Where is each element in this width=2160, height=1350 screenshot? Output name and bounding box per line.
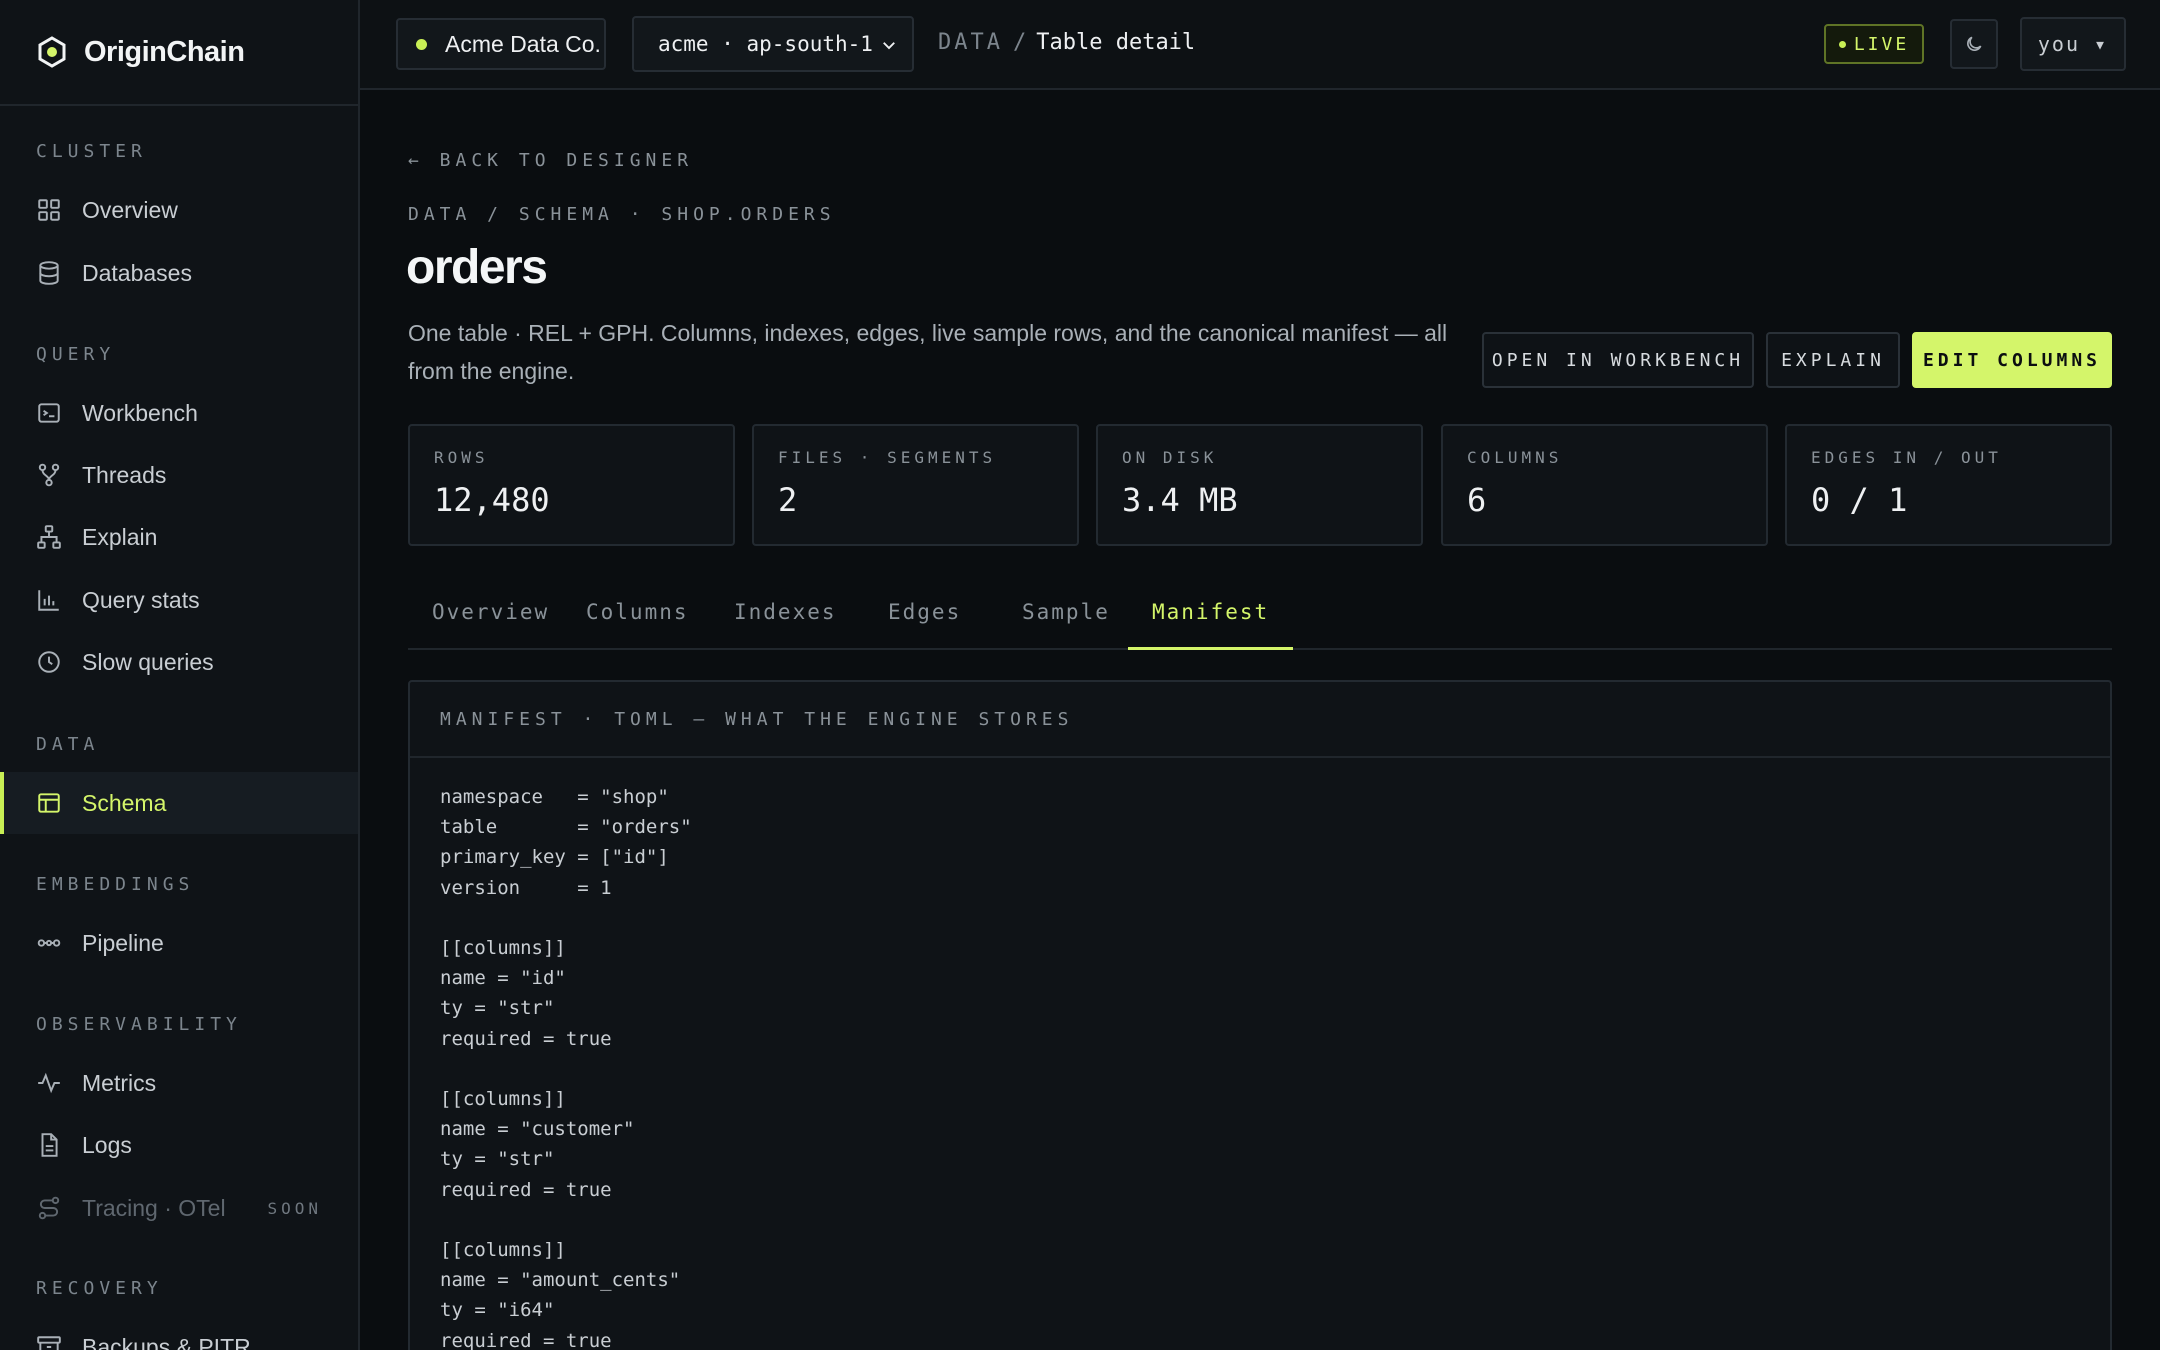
tab-columns[interactable]: Columns: [562, 594, 713, 650]
sidebar-item-label: Backups & PITR: [82, 1333, 251, 1350]
stat-label: EDGES IN / OUT: [1811, 448, 2002, 467]
stat-card-files: FILES · SEGMENTS 2: [752, 424, 1079, 546]
sidebar-item-label: Pipeline: [82, 929, 164, 956]
archive-icon: [37, 1336, 61, 1350]
sidebar-item-label: Explain: [82, 523, 158, 550]
branch-icon: [38, 463, 60, 487]
breadcrumb-page: Table detail: [1036, 30, 1196, 55]
nav-section-observability: OBSERVABILITY: [36, 1014, 242, 1035]
region-value: acme · ap-south-1: [658, 32, 873, 56]
sidebar-item-label: Workbench: [82, 399, 198, 426]
sidebar: OriginChain CLUSTER Overview Databases Q…: [0, 0, 360, 1350]
stat-value: 0 / 1: [1811, 481, 1908, 519]
table-icon: [38, 793, 60, 813]
tree-icon: [37, 525, 61, 549]
stat-value: 3.4 MB: [1122, 481, 1238, 519]
edit-columns-button[interactable]: EDIT COLUMNS: [1912, 332, 2112, 388]
sidebar-item-label: Slow queries: [82, 648, 214, 675]
stat-label: ROWS: [434, 448, 489, 467]
user-menu-button[interactable]: you ▾: [2020, 17, 2126, 71]
org-switcher[interactable]: Acme Data Co.: [396, 18, 606, 70]
sidebar-item-label: Threads: [82, 461, 167, 488]
breadcrumb-section[interactable]: DATA: [938, 30, 1003, 55]
sidebar-item-metrics[interactable]: Metrics: [0, 1052, 358, 1114]
nav-section-query: QUERY: [36, 344, 116, 365]
pipeline-icon: [37, 939, 61, 947]
stat-value: 12,480: [434, 481, 550, 519]
database-icon: [39, 261, 59, 285]
pulse-icon: [38, 1072, 60, 1094]
stat-label: ON DISK: [1122, 448, 1218, 467]
region-select[interactable]: acme · ap-south-1: [632, 16, 914, 72]
live-label: LIVE: [1853, 33, 1910, 55]
brand[interactable]: OriginChain: [0, 0, 358, 106]
page-eyebrow: DATA / SCHEMA · SHOP.ORDERS: [408, 204, 836, 225]
sidebar-item-schema[interactable]: Schema: [0, 772, 358, 834]
page-title: orders: [406, 241, 548, 294]
tab-bar: Overview Columns Indexes Edges Sample Ma…: [408, 594, 2112, 650]
route-icon: [38, 1196, 60, 1220]
sidebar-item-backups[interactable]: Backups & PITR: [0, 1316, 358, 1350]
page-description: One table · REL + GPH. Columns, indexes,…: [408, 320, 1448, 384]
status-dot: [416, 38, 427, 50]
stat-card-edges: EDGES IN / OUT 0 / 1: [1785, 424, 2112, 546]
hexagon-logo-icon: [38, 36, 66, 68]
sidebar-item-logs[interactable]: Logs: [0, 1114, 358, 1176]
sidebar-item-slow-queries[interactable]: Slow queries: [0, 631, 358, 693]
stat-card-on-disk: ON DISK 3.4 MB: [1096, 424, 1423, 546]
sidebar-item-databases[interactable]: Databases: [0, 242, 358, 304]
nav-section-cluster: CLUSTER: [36, 141, 147, 162]
tab-edges[interactable]: Edges: [864, 594, 985, 650]
manifest-code[interactable]: namespace = "shop" table = "orders" prim…: [410, 758, 2110, 1350]
sidebar-item-label: Query stats: [82, 586, 200, 613]
sidebar-item-label: Overview: [82, 196, 178, 223]
sidebar-item-label: Metrics: [82, 1069, 157, 1096]
org-name: Acme Data Co.: [445, 30, 601, 57]
bar-chart-icon: [38, 590, 59, 611]
sidebar-item-pipeline[interactable]: Pipeline: [0, 912, 358, 974]
moon-icon: [1967, 36, 1982, 51]
sidebar-item-label: Tracing · OTel: [82, 1194, 226, 1221]
manifest-header: MANIFEST · TOML — WHAT THE ENGINE STORES: [410, 682, 2110, 758]
terminal-icon: [38, 403, 60, 423]
brand-name: OriginChain: [84, 35, 245, 68]
sidebar-item-label: Schema: [82, 789, 167, 816]
nav-section-data: DATA: [36, 734, 100, 755]
back-to-designer-link[interactable]: ← BACK TO DESIGNER: [408, 150, 693, 171]
live-badge: LIVE: [1824, 24, 1924, 64]
tab-sample[interactable]: Sample: [998, 594, 1134, 650]
sidebar-item-explain[interactable]: Explain: [0, 506, 358, 568]
explain-button[interactable]: EXPLAIN: [1766, 332, 1900, 388]
clock-icon: [38, 651, 60, 673]
stat-card-rows: ROWS 12,480: [408, 424, 735, 546]
nav-section-recovery: RECOVERY: [36, 1278, 163, 1299]
file-icon: [41, 1133, 58, 1157]
breadcrumb: DATA / Table detail: [938, 30, 1196, 55]
sidebar-item-tracing: Tracing · OTel SOON: [0, 1177, 358, 1239]
sidebar-item-label: Logs: [82, 1131, 132, 1158]
sidebar-item-workbench[interactable]: Workbench: [0, 382, 358, 444]
nav-section-embeddings: EMBEDDINGS: [36, 874, 195, 895]
sidebar-item-overview[interactable]: Overview: [0, 179, 358, 241]
sidebar-item-label: Databases: [82, 259, 192, 286]
tab-manifest[interactable]: Manifest: [1128, 594, 1294, 650]
stat-value: 6: [1467, 481, 1487, 519]
open-in-workbench-button[interactable]: OPEN IN WORKBENCH: [1482, 332, 1754, 388]
topbar: Acme Data Co. acme · ap-south-1 DATA / Tab…: [360, 0, 2160, 90]
grid-icon: [38, 199, 60, 221]
manifest-panel: MANIFEST · TOML — WHAT THE ENGINE STORES…: [408, 680, 2112, 1350]
sidebar-item-threads[interactable]: Threads: [0, 444, 358, 506]
stat-value: 2: [778, 481, 798, 519]
main-content: ← BACK TO DESIGNER DATA / SCHEMA · SHOP.…: [360, 92, 2160, 1350]
stat-label: FILES · SEGMENTS: [778, 448, 997, 467]
stat-label: COLUMNS: [1467, 448, 1563, 467]
tab-overview[interactable]: Overview: [408, 594, 573, 650]
live-dot: [1838, 40, 1846, 48]
stat-card-columns: COLUMNS 6: [1441, 424, 1768, 546]
theme-toggle-button[interactable]: [1950, 19, 1998, 69]
tab-indexes[interactable]: Indexes: [710, 594, 861, 650]
chevron-down-icon: [883, 42, 895, 50]
soon-badge: SOON: [267, 1198, 322, 1218]
sidebar-item-query-stats[interactable]: Query stats: [0, 569, 358, 631]
